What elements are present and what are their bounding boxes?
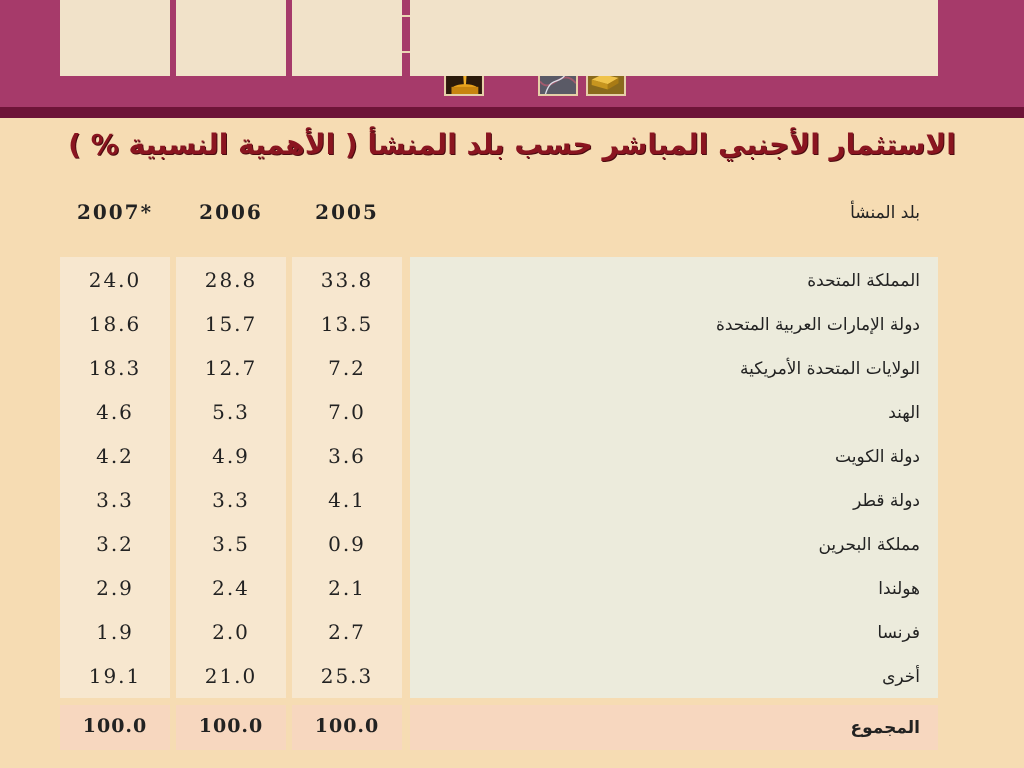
cell-2005: 7.0 — [328, 400, 366, 424]
cell-2006: 12.7 — [204, 356, 258, 380]
page-title: الاستثمار الأجنبي المباشر حسب بلد المنشأ… — [68, 128, 956, 161]
cell-2005: 2.7 — [328, 620, 366, 644]
cell-2007: 18.6 — [88, 312, 142, 336]
cell-2007: 18.3 — [88, 356, 142, 380]
cell-2006: 3.3 — [212, 488, 250, 512]
cell-2005: 4.1 — [328, 488, 366, 512]
header-origin: بلد المنشأ — [850, 203, 920, 223]
total-label: المجموع — [850, 718, 920, 738]
header-cell-bg — [176, 0, 286, 76]
cell-2007: 1.9 — [96, 620, 134, 644]
row-label: المملكة المتحدة — [807, 271, 920, 291]
row-label: مملكة البحرين — [818, 535, 920, 555]
row-label: الهند — [888, 403, 920, 423]
header-cell-bg — [60, 0, 170, 76]
cell-2007: 19.1 — [88, 664, 142, 688]
cell-2006: 3.5 — [212, 532, 250, 556]
total-2006: 100.0 — [198, 715, 264, 737]
cell-2007: 2.9 — [96, 576, 134, 600]
cell-2007: 3.3 — [96, 488, 134, 512]
cell-2005: 7.2 — [328, 356, 366, 380]
row-label: أخرى — [882, 667, 920, 687]
row-label: دولة الإمارات العربية المتحدة — [715, 315, 920, 335]
cell-2005: 25.3 — [320, 664, 374, 688]
cell-2007: 24.0 — [88, 268, 142, 292]
cell-2005: 33.8 — [320, 268, 374, 292]
cell-2006: 2.0 — [212, 620, 250, 644]
row-label: فرنسا — [877, 623, 920, 643]
header-cell-bg — [410, 0, 938, 76]
cell-2006: 4.9 — [212, 444, 250, 468]
row-label: هولندا — [878, 579, 920, 599]
header-cell-bg — [292, 0, 402, 76]
cell-2005: 0.9 — [328, 532, 366, 556]
total-2007: 100.0 — [82, 715, 148, 737]
row-label: الولايات المتحدة الأمريكية — [739, 359, 920, 379]
cell-2005: 13.5 — [320, 312, 374, 336]
header-2006: 2006 — [199, 200, 263, 224]
row-label: دولة قطر — [853, 491, 920, 511]
header-2007: 2007* — [76, 200, 154, 224]
row-label: دولة الكويت — [835, 447, 920, 467]
cell-2006: 2.4 — [212, 576, 250, 600]
cell-2006: 5.3 — [212, 400, 250, 424]
total-2005: 100.0 — [314, 715, 380, 737]
cell-2007: 4.6 — [96, 400, 134, 424]
header-2005: 2005 — [315, 200, 379, 224]
cell-2006: 21.0 — [204, 664, 258, 688]
cell-2005: 2.1 — [328, 576, 366, 600]
cell-2006: 15.7 — [204, 312, 258, 336]
header-stripe — [0, 107, 1024, 118]
cell-2005: 3.6 — [328, 444, 366, 468]
cell-2007: 4.2 — [96, 444, 134, 468]
cell-2007: 3.2 — [96, 532, 134, 556]
cell-2006: 28.8 — [204, 268, 258, 292]
